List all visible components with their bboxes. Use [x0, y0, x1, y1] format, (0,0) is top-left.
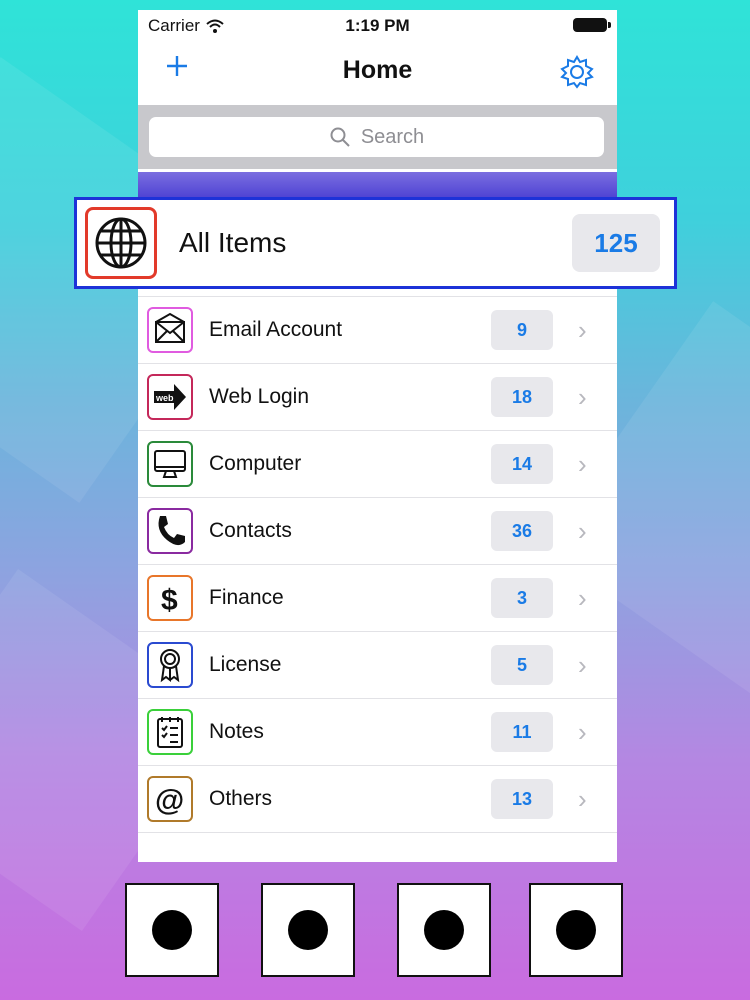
page-dot-1[interactable] [125, 883, 219, 977]
count-badge: 5 [491, 645, 553, 685]
search-input[interactable]: Search [149, 117, 604, 157]
count-badge: 36 [491, 511, 553, 551]
web-arrow-icon: web [147, 374, 193, 420]
count-badge: 14 [491, 444, 553, 484]
all-items-label: All Items [179, 227, 287, 258]
highlighted-all-items-row[interactable]: All Items 125 [74, 197, 677, 289]
list-item-notes[interactable]: Notes 11 › [138, 699, 617, 766]
globe-icon-graphic [95, 217, 147, 269]
svg-text:web: web [155, 393, 174, 403]
chevron-right-icon: › [578, 315, 587, 345]
count-badge: 11 [491, 712, 553, 752]
search-placeholder: Search [360, 125, 425, 148]
count-badge: 18 [491, 377, 553, 417]
ribbon-icon [147, 642, 193, 688]
status-time: 1:19 PM [345, 16, 410, 35]
list-item-label: Contacts [209, 519, 292, 542]
search-icon [330, 127, 350, 147]
list-item-label: License [209, 653, 282, 676]
monitor-icon [147, 441, 193, 487]
page-dot-4[interactable] [529, 883, 623, 977]
list-item-computer[interactable]: Computer 14 › [138, 431, 617, 498]
chevron-right-icon: › [578, 516, 587, 546]
dot [424, 910, 464, 950]
list-item-label: Web Login [209, 385, 310, 408]
chevron-right-icon: › [578, 650, 587, 680]
count-badge: 3 [491, 578, 553, 618]
list-item-web-login[interactable]: web Web Login 18 › [138, 364, 617, 431]
highlight-bevel [138, 172, 617, 200]
gear-icon[interactable] [559, 54, 595, 90]
dot [556, 910, 596, 950]
chevron-right-icon: › [578, 382, 587, 412]
dollar-icon: $ [147, 575, 193, 621]
page-dot-2[interactable] [261, 883, 355, 977]
nav-bar: Home [138, 40, 617, 104]
search-bar: Search [138, 105, 617, 169]
svg-text:@: @ [155, 784, 184, 817]
page-indicator [0, 883, 750, 977]
battery-icon [573, 18, 611, 32]
phone-icon [147, 508, 193, 554]
at-icon: @ [147, 776, 193, 822]
list-item-label: Computer [209, 452, 302, 475]
count-badge: 13 [491, 779, 553, 819]
list-item-contacts[interactable]: Contacts 36 › [138, 498, 617, 565]
chevron-right-icon: › [578, 784, 587, 814]
notes-icon [147, 709, 193, 755]
count-badge: 9 [491, 310, 553, 350]
page-title: Home [342, 56, 413, 84]
chevron-right-icon: › [578, 583, 587, 613]
dot [288, 910, 328, 950]
globe-icon [85, 207, 157, 279]
list-item-label: Email Account [209, 318, 343, 341]
page-dot-3[interactable] [397, 883, 491, 977]
phone-screen: Carrier 1:19 PM Home Search Email Accoun… [138, 10, 617, 862]
chevron-right-icon: › [578, 717, 587, 747]
list-item-license[interactable]: License 5 › [138, 632, 617, 699]
list-item-finance[interactable]: $ Finance 3 › [138, 565, 617, 632]
list-item-label: Others [209, 787, 273, 810]
envelope-icon [147, 307, 193, 353]
svg-text:$: $ [161, 584, 178, 616]
list-item-label: Finance [209, 586, 284, 609]
list-item-email-account[interactable]: Email Account 9 › [138, 297, 617, 364]
dot [152, 910, 192, 950]
all-items-count: 125 [572, 214, 660, 272]
chevron-right-icon: › [578, 449, 587, 479]
list-item-label: Notes [209, 720, 264, 743]
list-item-others[interactable]: @ Others 13 › [138, 766, 617, 833]
status-bar: Carrier 1:19 PM [138, 10, 617, 40]
